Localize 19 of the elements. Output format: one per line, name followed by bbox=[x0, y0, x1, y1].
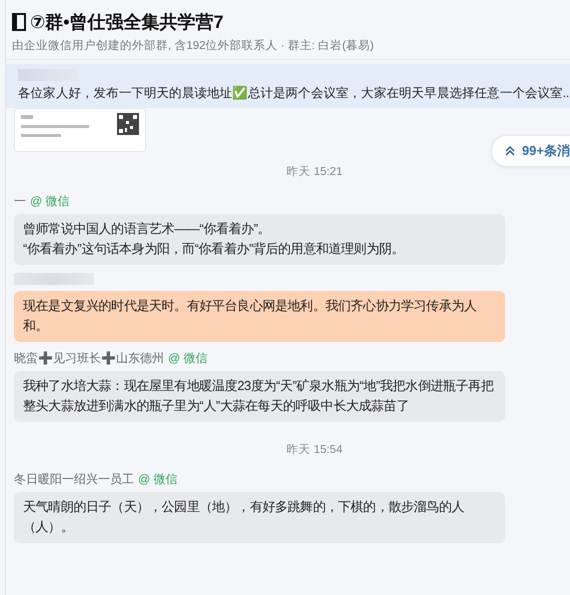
message-bubble: 现在是文复兴的时代是天时。有好平台良心网是地利。我们齐心协力学习传承为人和。 bbox=[14, 291, 505, 342]
sender-source: @ 微信 bbox=[30, 193, 70, 210]
shared-card[interactable] bbox=[14, 108, 146, 152]
message-bubble: 天气晴朗的日子（天），公园里（地），有好多跳舞的，下棋的，散步溜鸟的人（人）。 bbox=[14, 492, 505, 543]
chat-title: ⑦群•曾仕强全集共学营7 bbox=[30, 11, 224, 34]
sender-name: 晓蛮➕见习班长➕山东德州 bbox=[14, 350, 164, 367]
double-chevron-up-icon bbox=[504, 145, 516, 157]
qr-code-icon bbox=[117, 113, 139, 135]
timestamp: 昨天 15:54 bbox=[286, 442, 342, 457]
sender-source: @ 微信 bbox=[168, 350, 208, 367]
message-bubble: 我种了水培大蒜：现在屋里有地暖温度23度为“天”矿泉水瓶为“地”我把水倒进瓶子再把整头大蒜放进到满水的瓶子里为“人”大蒜在每天的呼吸中长大成蒜苗了 bbox=[14, 371, 505, 422]
book-icon bbox=[12, 13, 26, 31]
unread-messages-button[interactable]: 99+条消 bbox=[490, 135, 570, 167]
group-info: 由企业微信用户创建的外部群, 含192位外部联系人 · 群主: 白岩(暮易) bbox=[12, 38, 375, 53]
timestamp: 昨天 15:21 bbox=[286, 164, 342, 179]
sender-source: @ 微信 bbox=[138, 471, 178, 488]
message-bubble: 曾师常说中国人的语言艺术——“你看着办”。 “你看着办”这句话本身为阳，而“你看着办”背后的用意和道理则为阴。 bbox=[14, 214, 505, 265]
sender-name: 一 bbox=[14, 193, 26, 210]
sender-name: 冬日暖阳一绍兴一员工 bbox=[14, 471, 134, 488]
